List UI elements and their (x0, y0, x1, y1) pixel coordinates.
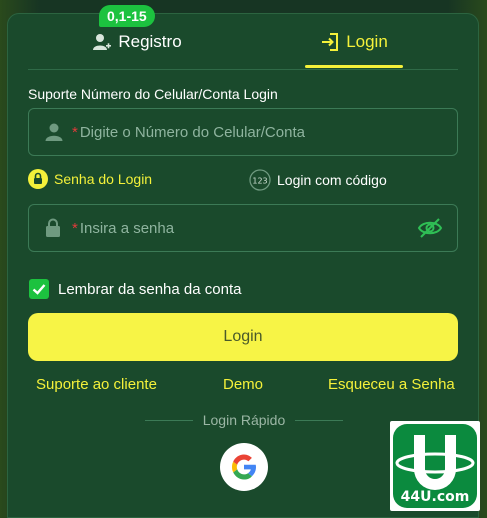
link-esqueceu-a-senha[interactable]: Esqueceu a Senha (328, 376, 455, 393)
quick-login-divider: Login Rápido (138, 411, 350, 429)
required-marker: * (72, 123, 78, 141)
registro-badge: 0,1-15 (99, 5, 155, 27)
google-icon (232, 454, 256, 480)
phone-input[interactable] (79, 109, 457, 155)
mode-senha-label: Senha do Login (54, 171, 153, 187)
numeric-code-icon: 123 (249, 169, 271, 191)
google-login-button[interactable] (220, 443, 268, 491)
tab-login[interactable]: Login (304, 14, 404, 70)
remember-checkbox[interactable] (29, 279, 49, 299)
divider-line-left (144, 419, 193, 421)
required-marker: * (72, 219, 78, 237)
section-title: Suporte Número do Celular/Conta Login (28, 86, 278, 102)
auth-tabs: Registro Login (8, 14, 478, 70)
svg-text:123: 123 (252, 177, 267, 186)
lock-badge-icon (28, 169, 48, 189)
watermark-logo: 44U.com (390, 421, 480, 511)
lock-icon (44, 218, 64, 238)
divider-line-right (295, 419, 344, 421)
remember-label: Lembrar da senha da conta (58, 280, 242, 298)
phone-field[interactable]: * (28, 108, 458, 156)
login-button[interactable]: Login (28, 313, 458, 361)
tabs-divider (28, 69, 458, 70)
password-field[interactable]: * (28, 204, 458, 252)
user-add-icon (92, 32, 112, 52)
checkmark-icon (32, 284, 46, 295)
tab-registro-label: Registro (118, 32, 182, 51)
eye-off-icon[interactable] (417, 217, 443, 239)
link-demo[interactable]: Demo (223, 376, 263, 393)
user-icon (44, 122, 64, 142)
mode-login-com-codigo[interactable]: 123 Login com código (249, 169, 387, 191)
tab-login-label: Login (346, 32, 388, 51)
login-door-icon (320, 32, 340, 52)
remember-password[interactable]: Lembrar da senha da conta (29, 279, 241, 299)
svg-text:44U.com: 44U.com (401, 489, 470, 505)
mode-senha-do-login[interactable]: Senha do Login (28, 169, 152, 189)
mode-codigo-label: Login com código (277, 172, 387, 188)
active-tab-indicator (305, 65, 403, 68)
password-input[interactable] (79, 205, 457, 251)
quick-login-label: Login Rápido (202, 412, 286, 428)
link-suporte-ao-cliente[interactable]: Suporte ao cliente (36, 376, 157, 393)
